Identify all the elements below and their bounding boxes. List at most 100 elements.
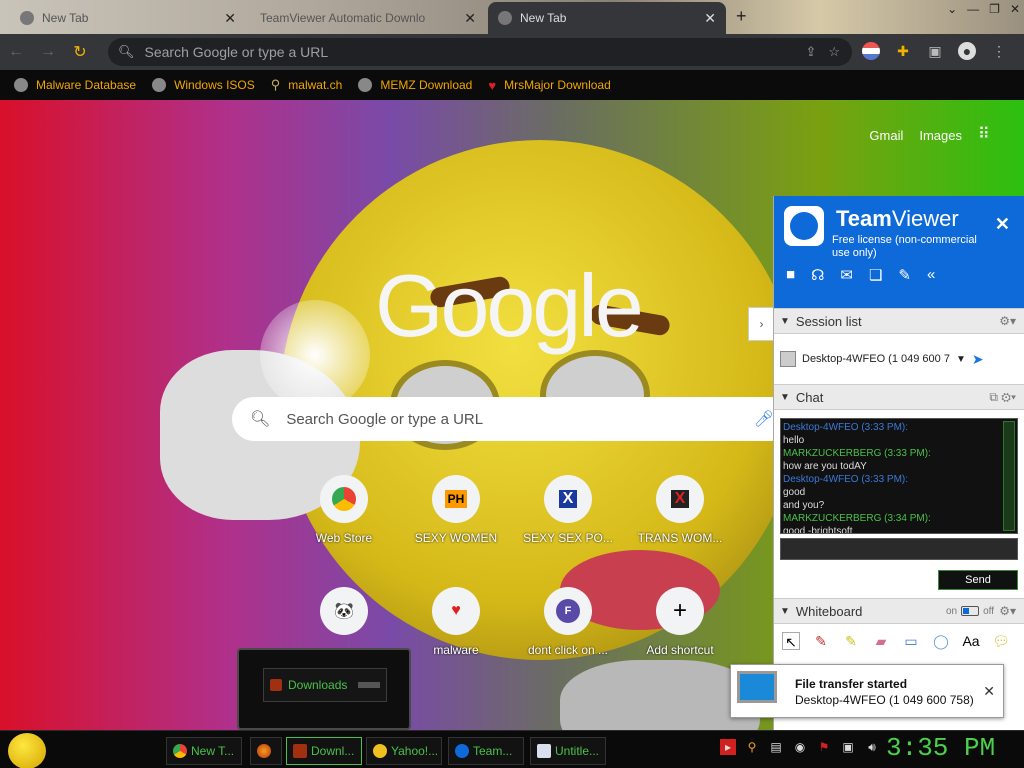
search-tray-icon[interactable]: ⚲: [744, 739, 760, 755]
downloads-label: Downloads: [288, 678, 348, 692]
pen-icon[interactable]: ✎: [812, 632, 830, 650]
gmail-link[interactable]: Gmail: [869, 128, 903, 143]
taskbar-item-chrome[interactable]: New T...: [166, 737, 242, 765]
menu-icon[interactable]: ⋮: [990, 42, 1008, 60]
back-icon[interactable]: ←: [0, 43, 32, 61]
flag-extension-icon[interactable]: [862, 42, 880, 60]
restore-icon[interactable]: ❐: [989, 2, 1000, 16]
triangle-down-icon: ▼: [780, 315, 790, 327]
chat-input[interactable]: [780, 538, 1018, 560]
chevron-right-icon[interactable]: ›: [748, 307, 774, 341]
file-transfer-notification[interactable]: File transfer started Desktop-4WFEO (1 0…: [730, 664, 1004, 718]
side-panel-icon[interactable]: ▣: [926, 42, 944, 60]
double-chevron-left-icon[interactable]: «: [927, 266, 935, 284]
session-list-header[interactable]: ▼ Session list ⚙▾: [774, 308, 1024, 334]
tab-teamviewer[interactable]: TeamViewer Automatic Downlo ✕: [250, 2, 1024, 212]
shortcut-trans-wom[interactable]: X TRANS WOM...: [624, 475, 736, 545]
shortcut-web-store[interactable]: Web Store: [288, 475, 400, 545]
taskbar-item-teamviewer[interactable]: Team...: [448, 737, 524, 765]
microphone-icon[interactable]: 🎤︎: [754, 409, 774, 429]
reload-icon[interactable]: ↻: [64, 42, 96, 62]
taskbar-label: Untitle...: [555, 744, 600, 758]
shortcut-label: Add shortcut: [646, 643, 714, 657]
speech-bubble-icon[interactable]: 💬︎: [992, 632, 1010, 650]
close-tab-icon[interactable]: ✕: [464, 10, 476, 27]
shortcut-sexy-sex-po[interactable]: X SEXY SEX PO...: [512, 475, 624, 545]
chat-header[interactable]: ▼ Chat ⧉ ⚙▾: [774, 384, 1024, 410]
clock[interactable]: 3:35 PM: [886, 733, 995, 763]
taskbar-item-firefox[interactable]: [250, 737, 282, 765]
gear-icon[interactable]: ⚙▾: [999, 314, 1016, 328]
tab-new-tab-1[interactable]: New Tab ✕: [10, 2, 246, 34]
taskbar-item-notepad[interactable]: Untitle...: [530, 737, 606, 765]
chat-bubbles-icon[interactable]: ✉: [840, 266, 853, 284]
ntp-search-box[interactable]: 🔍︎ 🎤︎: [232, 397, 792, 441]
images-link[interactable]: Images: [919, 128, 962, 143]
session-row[interactable]: Desktop-4WFEO (1 049 600 75 ▼ ➤: [774, 334, 1024, 384]
chevron-down-icon[interactable]: ⌄: [947, 2, 957, 16]
teamviewer-title: TeamViewer: [836, 206, 959, 231]
taskbar-item-downloads[interactable]: Downl...: [286, 737, 362, 765]
whiteboard-header[interactable]: ▼ Whiteboard on off ⚙▾: [774, 598, 1024, 624]
close-icon[interactable]: ✕: [1010, 2, 1020, 16]
shortcut-label: Web Store: [315, 531, 373, 545]
star-icon[interactable]: ☆: [828, 44, 840, 60]
triangle-down-icon: ▼: [780, 605, 790, 617]
video-camera-icon[interactable]: ■: [786, 266, 795, 284]
shortcut-dont-click-on[interactable]: F dont click on ...: [512, 587, 624, 657]
browser-toolbar: ← → ↻ 🔍︎ ⇪ ☆ ✚ ▣ ● ⋮: [0, 34, 1024, 70]
messenger-tray-icon[interactable]: ◉: [792, 739, 808, 755]
file-transfer-icon[interactable]: ❏: [869, 266, 882, 284]
gear-icon[interactable]: ⧉ ⚙▾: [989, 390, 1016, 405]
close-icon[interactable]: ✕: [995, 214, 1010, 235]
close-tab-icon[interactable]: ✕: [224, 10, 236, 27]
rectangle-icon[interactable]: ▭: [902, 632, 920, 650]
bookmark-windows-isos[interactable]: Windows ISOS: [152, 78, 255, 92]
security-flag-icon[interactable]: ⚑: [816, 739, 832, 755]
share-icon[interactable]: ⇪: [805, 44, 816, 60]
cursor-icon[interactable]: ➤: [972, 351, 984, 368]
shortcut-sexy-women[interactable]: PH SEXY WOMEN: [400, 475, 512, 545]
volume-icon[interactable]: 🔊︎: [864, 739, 880, 755]
shortcut-panda[interactable]: 🐼: [288, 587, 400, 643]
address-bar[interactable]: 🔍︎ ⇪ ☆: [108, 38, 852, 66]
chat-line: Desktop-4WFEO (3:33 PM):: [783, 422, 909, 433]
puzzle-extensions-icon[interactable]: ✚: [894, 42, 912, 60]
eraser-icon[interactable]: ▰: [872, 632, 890, 650]
gear-icon[interactable]: ⚙▾: [999, 604, 1016, 618]
bookmark-malwatch[interactable]: ⚲ malwat.ch: [271, 77, 343, 93]
send-button[interactable]: Send: [938, 570, 1018, 590]
close-tab-icon[interactable]: ✕: [704, 10, 716, 27]
tools-icon[interactable]: ✎: [898, 266, 911, 284]
minimize-icon[interactable]: —: [967, 2, 979, 16]
bookmark-label: malwat.ch: [288, 78, 343, 92]
ntp-search-input[interactable]: [286, 410, 754, 428]
forward-icon[interactable]: →: [32, 43, 64, 61]
triangle-down-icon[interactable]: ▼: [956, 354, 966, 365]
ellipse-icon[interactable]: ◯: [932, 632, 950, 650]
network-icon[interactable]: ▣: [840, 739, 856, 755]
highlighter-icon[interactable]: ✎: [842, 632, 860, 650]
text-icon[interactable]: Aa: [962, 632, 980, 650]
start-smiley-icon[interactable]: [8, 733, 46, 768]
address-input[interactable]: [144, 44, 806, 60]
file-tray-icon[interactable]: ▤: [768, 739, 784, 755]
whiteboard-toggle[interactable]: on off: [946, 606, 994, 617]
chat-scrollbar[interactable]: [1003, 421, 1015, 531]
close-icon[interactable]: ✕: [983, 683, 995, 700]
teamviewer-tray-icon[interactable]: ▸: [720, 739, 736, 755]
notification-detail: Desktop-4WFEO (1 049 600 758): [795, 693, 974, 707]
bookmark-mrsmajor-download[interactable]: ♥ MrsMajor Download: [488, 78, 610, 93]
bookmark-malware-database[interactable]: Malware Database: [14, 78, 136, 92]
profile-avatar-icon[interactable]: ●: [958, 42, 976, 60]
select-arrow-icon[interactable]: ↖: [782, 632, 800, 650]
taskbar-item-yahoo[interactable]: Yahoo!...: [366, 737, 442, 765]
apps-grid-icon[interactable]: ⠿: [978, 126, 996, 144]
add-shortcut-button[interactable]: + Add shortcut: [624, 587, 736, 657]
tab-new-tab-active[interactable]: New Tab ✕: [488, 2, 726, 34]
shortcut-malware[interactable]: ♥ malware: [400, 587, 512, 657]
downloads-button[interactable]: Downloads: [263, 668, 387, 702]
new-tab-button[interactable]: +: [736, 6, 747, 27]
headset-icon[interactable]: ☊: [811, 266, 824, 284]
bookmark-memz-download[interactable]: MEMZ Download: [358, 78, 472, 92]
